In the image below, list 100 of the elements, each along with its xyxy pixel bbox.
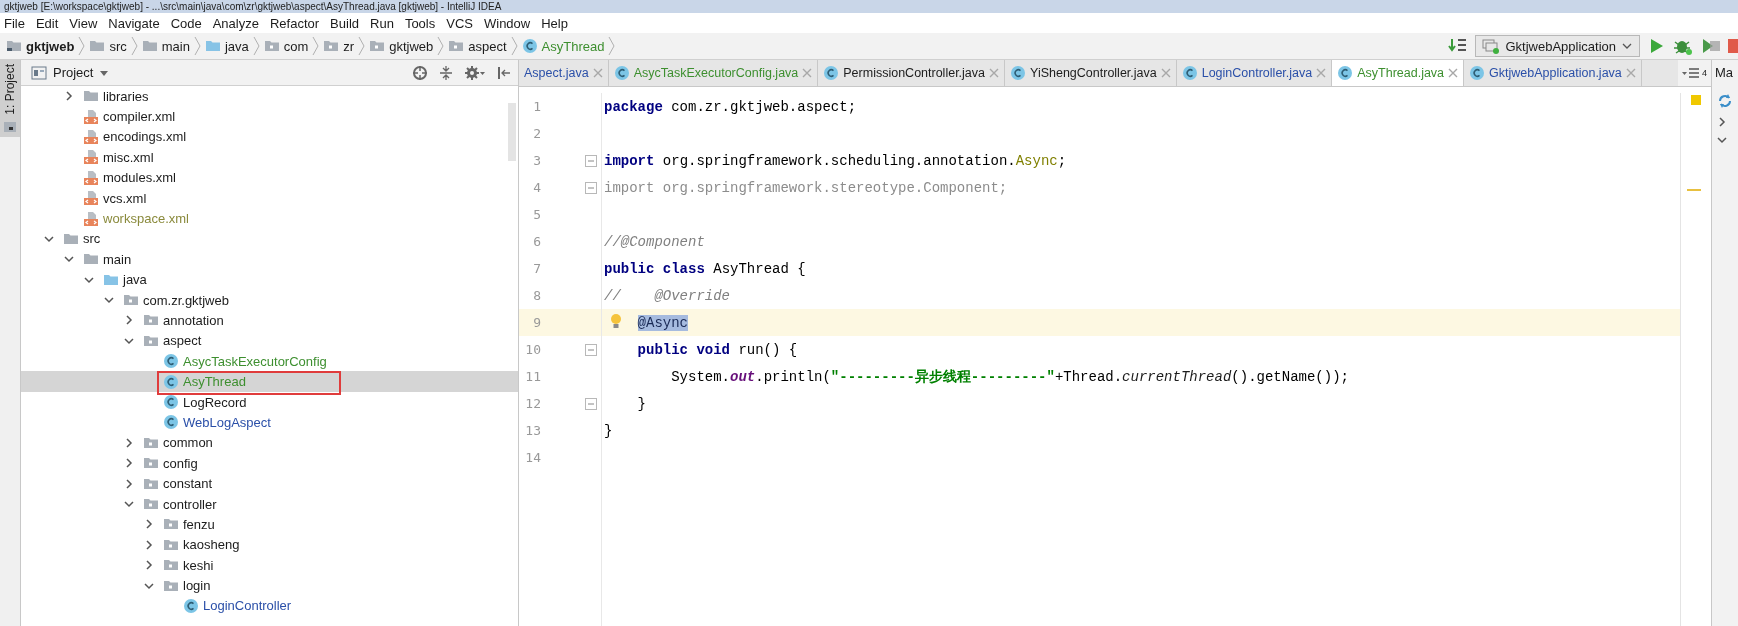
tree-item[interactable]: java (21, 269, 518, 290)
collapse-all-icon[interactable] (438, 64, 454, 81)
tab-list-icon (1682, 67, 1700, 79)
tree-item[interactable]: libraries (21, 86, 518, 107)
tree-item[interactable]: keshi (21, 555, 518, 576)
tree-item[interactable]: main (21, 249, 518, 270)
breadcrumb-item[interactable]: com (263, 38, 309, 54)
scrollbar-thumb[interactable] (508, 103, 516, 161)
fold-marker-icon[interactable] (585, 343, 597, 356)
breadcrumb-item[interactable]: gktjweb (369, 38, 434, 54)
editor-tab[interactable]: YiShengController.java (1005, 60, 1177, 86)
menu-item[interactable]: VCS (446, 15, 473, 31)
tree-item[interactable]: workspace.xml (21, 208, 518, 229)
breadcrumb-item[interactable]: java (204, 38, 249, 54)
collapse-chevron-icon[interactable] (1716, 134, 1728, 146)
editor-tab[interactable]: Aspect.java (519, 60, 609, 86)
expand-chevron-icon[interactable] (143, 518, 155, 531)
tool-window-title[interactable]: Ma (1712, 60, 1734, 86)
expand-chevron-icon[interactable] (123, 457, 135, 470)
editor-tab[interactable]: PermissionController.java (818, 60, 1005, 86)
menu-item[interactable]: Analyze (212, 15, 259, 31)
code-line: System.out.println("---------异步线程---------"+Thread.currentThread().getName()); (670, 367, 1349, 386)
menu-item[interactable]: File (4, 15, 25, 31)
tree-item[interactable]: constant (21, 473, 518, 494)
xml-file-icon (83, 108, 99, 125)
xml-file-icon (83, 149, 99, 166)
expand-chevron-icon[interactable] (123, 477, 135, 490)
tree-item[interactable]: AsycTaskExecutorConfig (21, 351, 518, 372)
breadcrumb-separator-icon (608, 36, 616, 56)
breadcrumb-item[interactable]: zr (323, 38, 355, 54)
refresh-icon[interactable] (1716, 92, 1734, 110)
fold-marker-icon[interactable] (585, 397, 597, 410)
tree-item[interactable]: fenzu (21, 514, 518, 535)
tree-item[interactable]: WebLogAspect (21, 412, 518, 433)
fold-marker-icon[interactable] (585, 154, 597, 167)
tree-item[interactable]: compiler.xml (21, 106, 518, 127)
collapse-chevron-icon[interactable] (123, 498, 135, 510)
tree-item[interactable]: LoginController (21, 595, 518, 617)
line-number: 1 (532, 99, 541, 114)
expand-chevron-icon[interactable] (63, 90, 75, 103)
class-icon (521, 38, 538, 54)
breadcrumb-item[interactable]: src (89, 38, 127, 54)
window-title: gktjweb [E:\workspace\gktjweb] - ...\src\main\java\com\zr\gktjweb\aspect\AsyThread.java [gktjweb] - IntelliJ IDEA (4, 0, 502, 13)
xml-file-icon (83, 210, 99, 227)
tree-item[interactable]: config (21, 453, 518, 474)
tree-item[interactable]: annotation (21, 310, 518, 331)
tree-item[interactable]: login (21, 575, 518, 596)
tree-item[interactable]: controller (21, 493, 518, 515)
tree-item[interactable]: LogRecord (21, 391, 518, 413)
menu-item[interactable]: Edit (35, 15, 59, 31)
tree-item[interactable]: vcs.xml (21, 187, 518, 209)
menu-item[interactable]: Run (370, 15, 394, 31)
tree-item[interactable]: src (21, 228, 518, 250)
tree-item[interactable]: common (21, 432, 518, 454)
folder-icon (4, 120, 16, 133)
xml-file-icon (83, 128, 99, 145)
hide-panel-icon[interactable] (496, 64, 512, 81)
tree-item[interactable]: aspect (21, 330, 518, 352)
menu-item[interactable]: Window (483, 15, 531, 31)
menu-item[interactable]: Build (330, 15, 359, 31)
settings-icon[interactable] (464, 64, 486, 81)
expand-chevron-icon[interactable] (123, 314, 135, 327)
locate-icon[interactable] (412, 64, 428, 81)
menu-item[interactable]: Navigate (108, 15, 160, 31)
menu-item[interactable]: Code (170, 15, 202, 31)
code-line: import org.springframework.stereotype.Component; (604, 179, 1008, 196)
line-number: 13 (524, 423, 541, 438)
coverage-icon[interactable] (1700, 36, 1722, 56)
breadcrumb-item[interactable]: gktjweb (6, 38, 75, 54)
stop-icon[interactable] (1728, 37, 1738, 55)
code-line: public void run() { (637, 341, 798, 358)
breadcrumb-item[interactable]: aspect (448, 38, 507, 54)
menu-item[interactable]: Refactor (269, 15, 320, 31)
tree-item[interactable]: kaosheng (21, 534, 518, 555)
expand-chevron-icon[interactable] (1716, 116, 1728, 128)
editor-tab[interactable]: GktjwebApplication.java (1464, 60, 1642, 86)
tool-window-tab[interactable]: 1: Project (0, 60, 20, 137)
tree-item[interactable]: modules.xml (21, 167, 518, 188)
editor-tab[interactable]: AsyThread.java (1332, 60, 1465, 86)
menu-item[interactable]: Help (541, 15, 568, 31)
view-selector[interactable]: Project (31, 64, 110, 81)
menu-item[interactable]: View (69, 15, 98, 31)
tree-item[interactable]: encodings.xml (21, 126, 518, 148)
line-number: 9 (532, 315, 541, 330)
folder-icon (89, 38, 106, 54)
expand-chevron-icon[interactable] (123, 436, 135, 449)
lightbulb-icon[interactable] (610, 313, 622, 329)
line-number: 11 (524, 369, 541, 384)
menu-item[interactable]: Tools (404, 15, 436, 31)
xml-file-icon (83, 190, 99, 207)
breadcrumb-item[interactable]: main (141, 38, 190, 54)
run-configuration-dropdown[interactable]: GktjwebApplication (1475, 35, 1640, 57)
fold-marker-icon[interactable] (585, 181, 597, 194)
tab-overflow-button[interactable]: 4 (1678, 60, 1711, 86)
code-line: // @Override (604, 287, 731, 304)
breadcrumb-item[interactable]: AsyThread (521, 38, 605, 54)
tree-item[interactable]: com.zr.gktjweb (21, 289, 518, 311)
tree-item[interactable]: misc.xml (21, 147, 518, 168)
expand-chevron-icon[interactable] (143, 538, 155, 551)
expand-chevron-icon[interactable] (143, 559, 155, 572)
